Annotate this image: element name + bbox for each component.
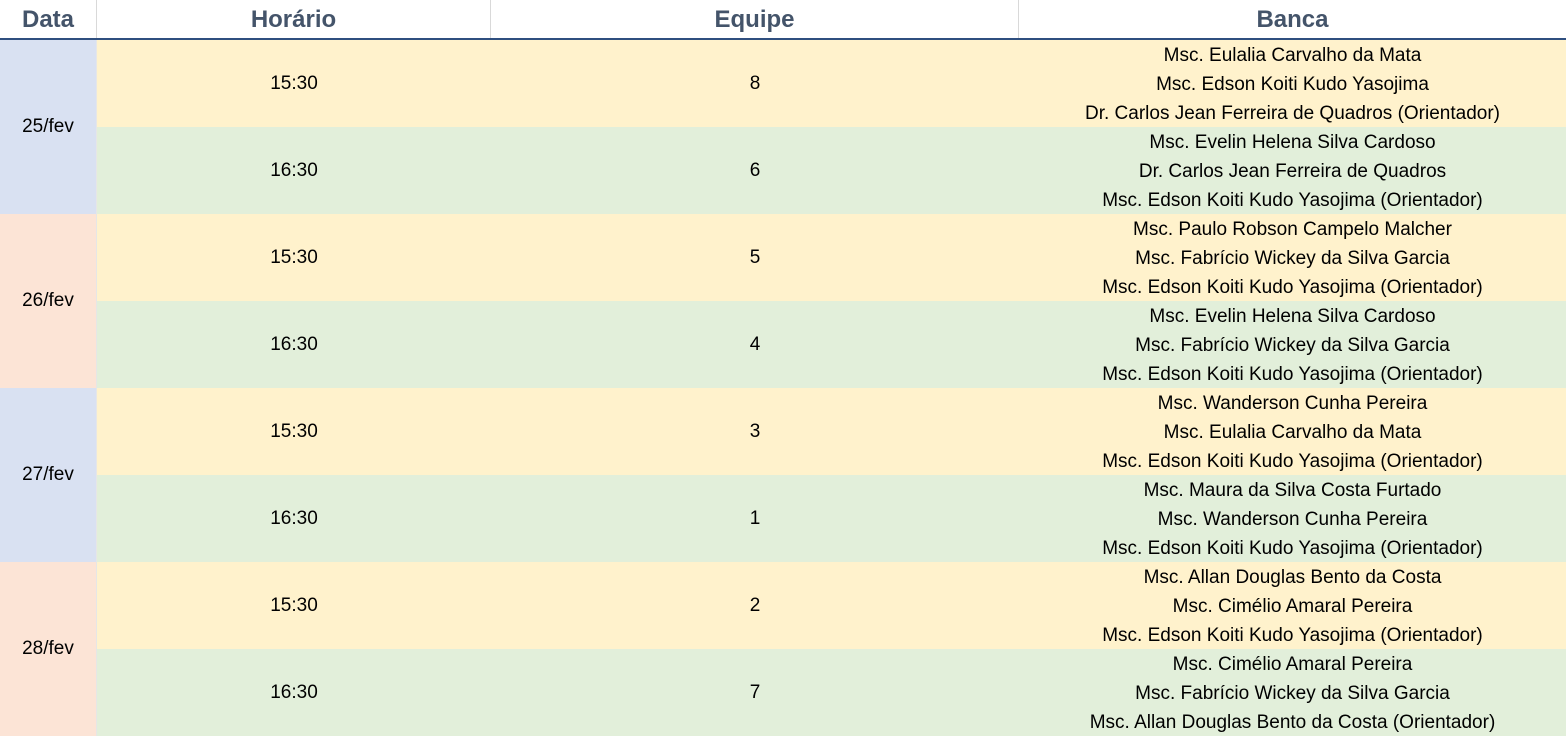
table-header-row: Data Horário Equipe Banca	[0, 0, 1566, 40]
table-row: 16:30 4 Msc. Evelin Helena Silva Cardoso Ms…	[97, 301, 1566, 388]
banca-cell[interactable]: Msc. Maura da Silva Costa Furtado Msc. Wa…	[1019, 475, 1566, 562]
banca-cell[interactable]: Msc. Eulalia Carvalho da Mata Msc. Edson …	[1019, 40, 1566, 127]
banca-member: Msc. Fabrício Wickey da Silva Garcia	[1135, 335, 1450, 356]
banca-member: Msc. Edson Koiti Kudo Yasojima (Orientad…	[1102, 625, 1483, 646]
table-row: 16:30 1 Msc. Maura da Silva Costa Furtado M…	[97, 475, 1566, 562]
time-cell[interactable]: 15:30	[97, 562, 491, 649]
team-cell[interactable]: 6	[491, 127, 1019, 214]
banca-cell[interactable]: Msc. Cimélio Amaral Pereira Msc. Fabrício…	[1019, 649, 1566, 736]
banca-cell[interactable]: Msc. Evelin Helena Silva Cardoso Msc. Fab…	[1019, 301, 1566, 388]
table-row: 16:30 7 Msc. Cimélio Amaral Pereira Msc. Fa…	[97, 649, 1566, 736]
team-cell[interactable]: 2	[491, 562, 1019, 649]
time-cell[interactable]: 15:30	[97, 40, 491, 127]
banca-member: Dr. Carlos Jean Ferreira de Quadros	[1138, 161, 1447, 182]
banca-member: Msc. Fabrício Wickey da Silva Garcia	[1135, 248, 1450, 269]
header-horario[interactable]: Horário	[97, 0, 491, 38]
schedule-table: Data Horário Equipe Banca 25/fev 15:30 8 Ms…	[0, 0, 1566, 740]
date-cell[interactable]: 25/fev	[0, 40, 97, 214]
team-cell[interactable]: 4	[491, 301, 1019, 388]
banca-member: Msc. Eulalia Carvalho da Mata	[1163, 422, 1422, 443]
day-group: 25/fev 15:30 8 Msc. Eulalia Carvalho da Mat…	[0, 40, 1566, 214]
time-cell[interactable]: 15:30	[97, 214, 491, 301]
banca-cell[interactable]: Msc. Paulo Robson Campelo Malcher Msc. Fa…	[1019, 214, 1566, 301]
time-cell[interactable]: 16:30	[97, 301, 491, 388]
day-group: 28/fev 15:30 2 Msc. Allan Douglas Bento da …	[0, 562, 1566, 736]
banca-member: Msc. Edson Koiti Kudo Yasojima	[1156, 74, 1429, 95]
time-cell[interactable]: 15:30	[97, 388, 491, 475]
banca-member: Msc. Allan Douglas Bento da Costa	[1143, 567, 1442, 588]
banca-cell[interactable]: Msc. Wanderson Cunha Pereira Msc. Eulalia…	[1019, 388, 1566, 475]
date-cell[interactable]: 27/fev	[0, 388, 97, 562]
date-cell[interactable]: 26/fev	[0, 214, 97, 388]
banca-cell[interactable]: Msc. Evelin Helena Silva Cardoso Dr. Carl…	[1019, 127, 1566, 214]
banca-member: Msc. Fabrício Wickey da Silva Garcia	[1135, 683, 1450, 704]
banca-member: Msc. Wanderson Cunha Pereira	[1157, 393, 1428, 414]
header-equipe[interactable]: Equipe	[491, 0, 1019, 38]
header-data[interactable]: Data	[0, 0, 97, 38]
table-body: 25/fev 15:30 8 Msc. Eulalia Carvalho da Mat…	[0, 40, 1566, 740]
header-banca[interactable]: Banca	[1019, 0, 1566, 38]
time-cell[interactable]: 16:30	[97, 127, 491, 214]
time-cell[interactable]: 16:30	[97, 649, 491, 736]
table-row: 16:30 6 Msc. Evelin Helena Silva Cardoso Dr…	[97, 127, 1566, 214]
table-row: 15:30 2 Msc. Allan Douglas Bento da Costa M…	[97, 562, 1566, 649]
banca-member: Msc. Evelin Helena Silva Cardoso	[1149, 306, 1436, 327]
banca-cell[interactable]: Msc. Allan Douglas Bento da Costa Msc. Ci…	[1019, 562, 1566, 649]
team-cell[interactable]: 8	[491, 40, 1019, 127]
day-group: 27/fev 15:30 3 Msc. Wanderson Cunha Pereira…	[0, 388, 1566, 562]
day-group: 26/fev 15:30 5 Msc. Paulo Robson Campelo Ma…	[0, 214, 1566, 388]
banca-member: Msc. Edson Koiti Kudo Yasojima (Orientad…	[1102, 451, 1483, 472]
banca-member: Msc. Wanderson Cunha Pereira	[1157, 509, 1428, 530]
banca-member: Msc. Paulo Robson Campelo Malcher	[1133, 219, 1452, 240]
table-row: 15:30 5 Msc. Paulo Robson Campelo Malcher M…	[97, 214, 1566, 301]
table-row: 15:30 3 Msc. Wanderson Cunha Pereira Msc. E…	[97, 388, 1566, 475]
banca-member: Msc. Edson Koiti Kudo Yasojima (Orientad…	[1102, 190, 1483, 211]
banca-member: Msc. Cimélio Amaral Pereira	[1172, 654, 1413, 675]
banca-member: Msc. Edson Koiti Kudo Yasojima (Orientad…	[1102, 277, 1483, 298]
team-cell[interactable]: 1	[491, 475, 1019, 562]
team-cell[interactable]: 7	[491, 649, 1019, 736]
team-cell[interactable]: 5	[491, 214, 1019, 301]
banca-member: Msc. Allan Douglas Bento da Costa (Orien…	[1089, 712, 1496, 733]
time-cell[interactable]: 16:30	[97, 475, 491, 562]
team-cell[interactable]: 3	[491, 388, 1019, 475]
banca-member: Msc. Edson Koiti Kudo Yasojima (Orientad…	[1102, 364, 1483, 385]
banca-member: Msc. Eulalia Carvalho da Mata	[1163, 45, 1422, 66]
date-cell[interactable]: 28/fev	[0, 562, 97, 736]
banca-member: Msc. Evelin Helena Silva Cardoso	[1149, 132, 1436, 153]
banca-member: Msc. Cimélio Amaral Pereira	[1172, 596, 1413, 617]
banca-member: Msc. Maura da Silva Costa Furtado	[1143, 480, 1442, 501]
table-row: 15:30 8 Msc. Eulalia Carvalho da Mata Msc. …	[97, 40, 1566, 127]
banca-member: Msc. Edson Koiti Kudo Yasojima (Orientad…	[1102, 538, 1483, 559]
banca-member: Dr. Carlos Jean Ferreira de Quadros (Ori…	[1085, 103, 1500, 124]
